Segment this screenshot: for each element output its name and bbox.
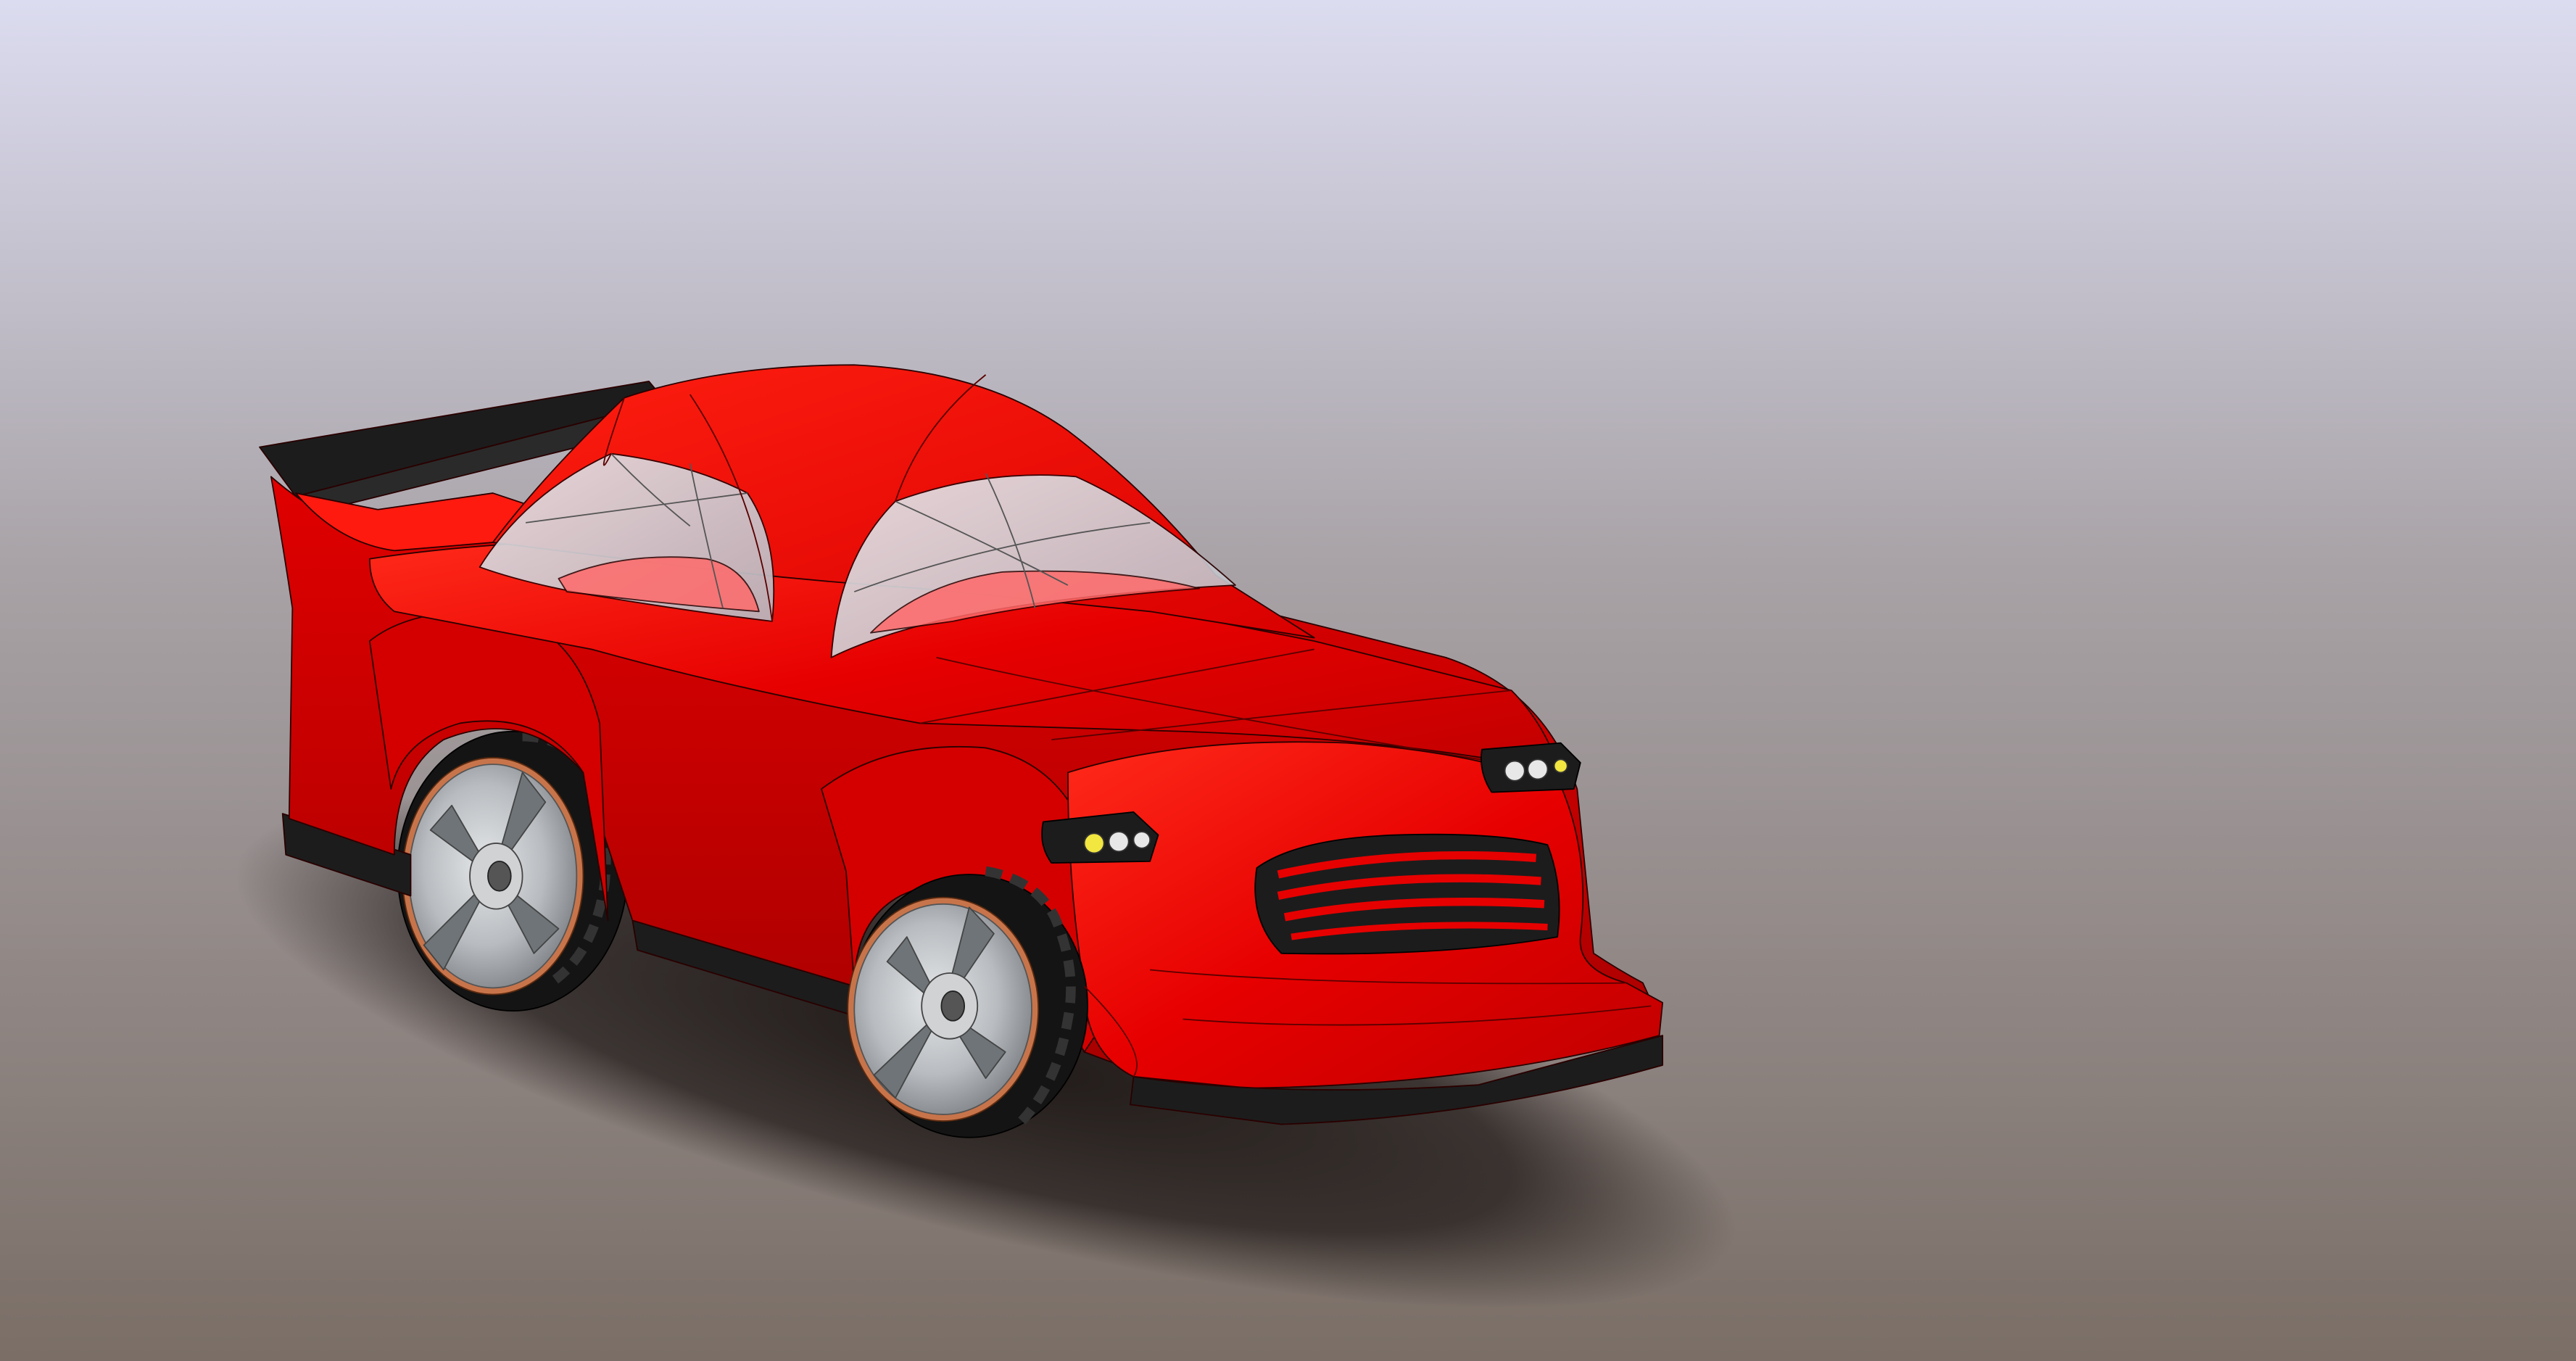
front-grille (1254, 833, 1560, 955)
left-headlight (1041, 811, 1159, 864)
right-headlight (1480, 742, 1581, 793)
3d-cad-viewport[interactable] (0, 0, 2576, 1361)
model-scene[interactable] (0, 0, 2576, 1361)
